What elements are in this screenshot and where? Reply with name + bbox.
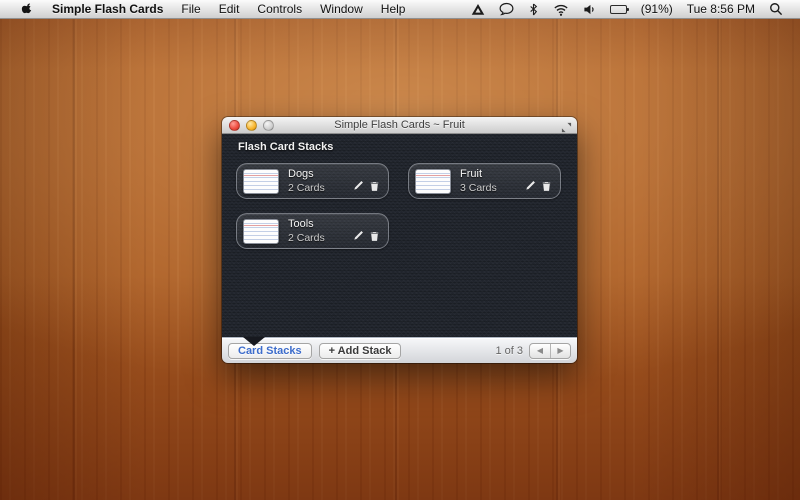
wifi-icon[interactable]: [546, 0, 576, 19]
index-card-icon: [243, 219, 279, 244]
stack-name: Dogs: [288, 168, 352, 180]
pager-forward-button[interactable]: ▶: [550, 344, 570, 358]
apple-menu[interactable]: [12, 0, 43, 19]
edit-pencil-icon[interactable]: [352, 180, 364, 192]
close-button[interactable]: [229, 120, 240, 131]
stack-actions: [524, 180, 552, 192]
stack-name: Fruit: [460, 168, 524, 180]
drive-icon[interactable]: [464, 0, 492, 19]
stack-count: 2 Cards: [288, 182, 352, 194]
index-card-icon: [243, 169, 279, 194]
stack-card-fruit[interactable]: Fruit 3 Cards: [408, 163, 561, 199]
edit-pencil-icon[interactable]: [524, 180, 536, 192]
bluetooth-icon[interactable]: [521, 0, 546, 19]
delete-trash-icon[interactable]: [369, 230, 380, 242]
battery-shape: [610, 5, 627, 14]
menu-clock[interactable]: Tue 8:56 PM: [680, 0, 762, 19]
spotlight-icon[interactable]: [762, 0, 790, 19]
stack-text: Tools 2 Cards: [288, 218, 352, 244]
menu-bar: Simple Flash Cards File Edit Controls Wi…: [0, 0, 800, 19]
app-menu-title[interactable]: Simple Flash Cards: [43, 0, 172, 19]
card-stacks-button[interactable]: Card Stacks: [228, 343, 312, 359]
apple-icon: [21, 2, 34, 16]
menu-bar-left: Simple Flash Cards File Edit Controls Wi…: [0, 0, 414, 19]
delete-trash-icon[interactable]: [369, 180, 380, 192]
menu-item-help[interactable]: Help: [372, 0, 415, 19]
app-window: Simple Flash Cards ~ Fruit Flash Card St…: [222, 117, 577, 363]
window-toolbar: Card Stacks + Add Stack 1 of 3 ◀ ▶: [222, 337, 577, 363]
battery-percent: (91%): [634, 0, 680, 19]
menu-item-window[interactable]: Window: [311, 0, 372, 19]
add-stack-button[interactable]: + Add Stack: [319, 343, 402, 359]
stack-text: Fruit 3 Cards: [460, 168, 524, 194]
panel-title: Flash Card Stacks: [238, 141, 333, 153]
traffic-lights: [222, 120, 274, 131]
stack-card-dogs[interactable]: Dogs 2 Cards: [236, 163, 389, 199]
delete-trash-icon[interactable]: [541, 180, 552, 192]
window-titlebar[interactable]: Simple Flash Cards ~ Fruit: [222, 117, 577, 134]
zoom-button[interactable]: [263, 120, 274, 131]
stack-name: Tools: [288, 218, 352, 230]
menu-item-file[interactable]: File: [172, 0, 209, 19]
stack-actions: [352, 180, 380, 192]
volume-icon[interactable]: [576, 0, 603, 19]
pager-segmented-control: ◀ ▶: [529, 343, 571, 359]
active-tab-pointer: [243, 337, 265, 346]
edit-pencil-icon[interactable]: [352, 230, 364, 242]
menu-item-controls[interactable]: Controls: [248, 0, 311, 19]
menu-bar-status: (91%) Tue 8:56 PM: [464, 0, 800, 19]
pager: 1 of 3 ◀ ▶: [495, 343, 571, 359]
battery-icon[interactable]: [603, 0, 634, 19]
stack-text: Dogs 2 Cards: [288, 168, 352, 194]
stack-card-tools[interactable]: Tools 2 Cards: [236, 213, 389, 249]
stacks-panel: Flash Card Stacks Dogs 2 Cards Fruit 3 C…: [222, 134, 577, 337]
minimize-button[interactable]: [246, 120, 257, 131]
stack-actions: [352, 230, 380, 242]
chat-icon[interactable]: [492, 0, 521, 19]
index-card-icon: [415, 169, 451, 194]
menu-item-edit[interactable]: Edit: [210, 0, 249, 19]
window-title: Simple Flash Cards ~ Fruit: [222, 119, 577, 131]
stack-count: 2 Cards: [288, 232, 352, 244]
stack-count: 3 Cards: [460, 182, 524, 194]
pager-back-button[interactable]: ◀: [530, 344, 550, 358]
pager-label: 1 of 3: [495, 345, 523, 357]
